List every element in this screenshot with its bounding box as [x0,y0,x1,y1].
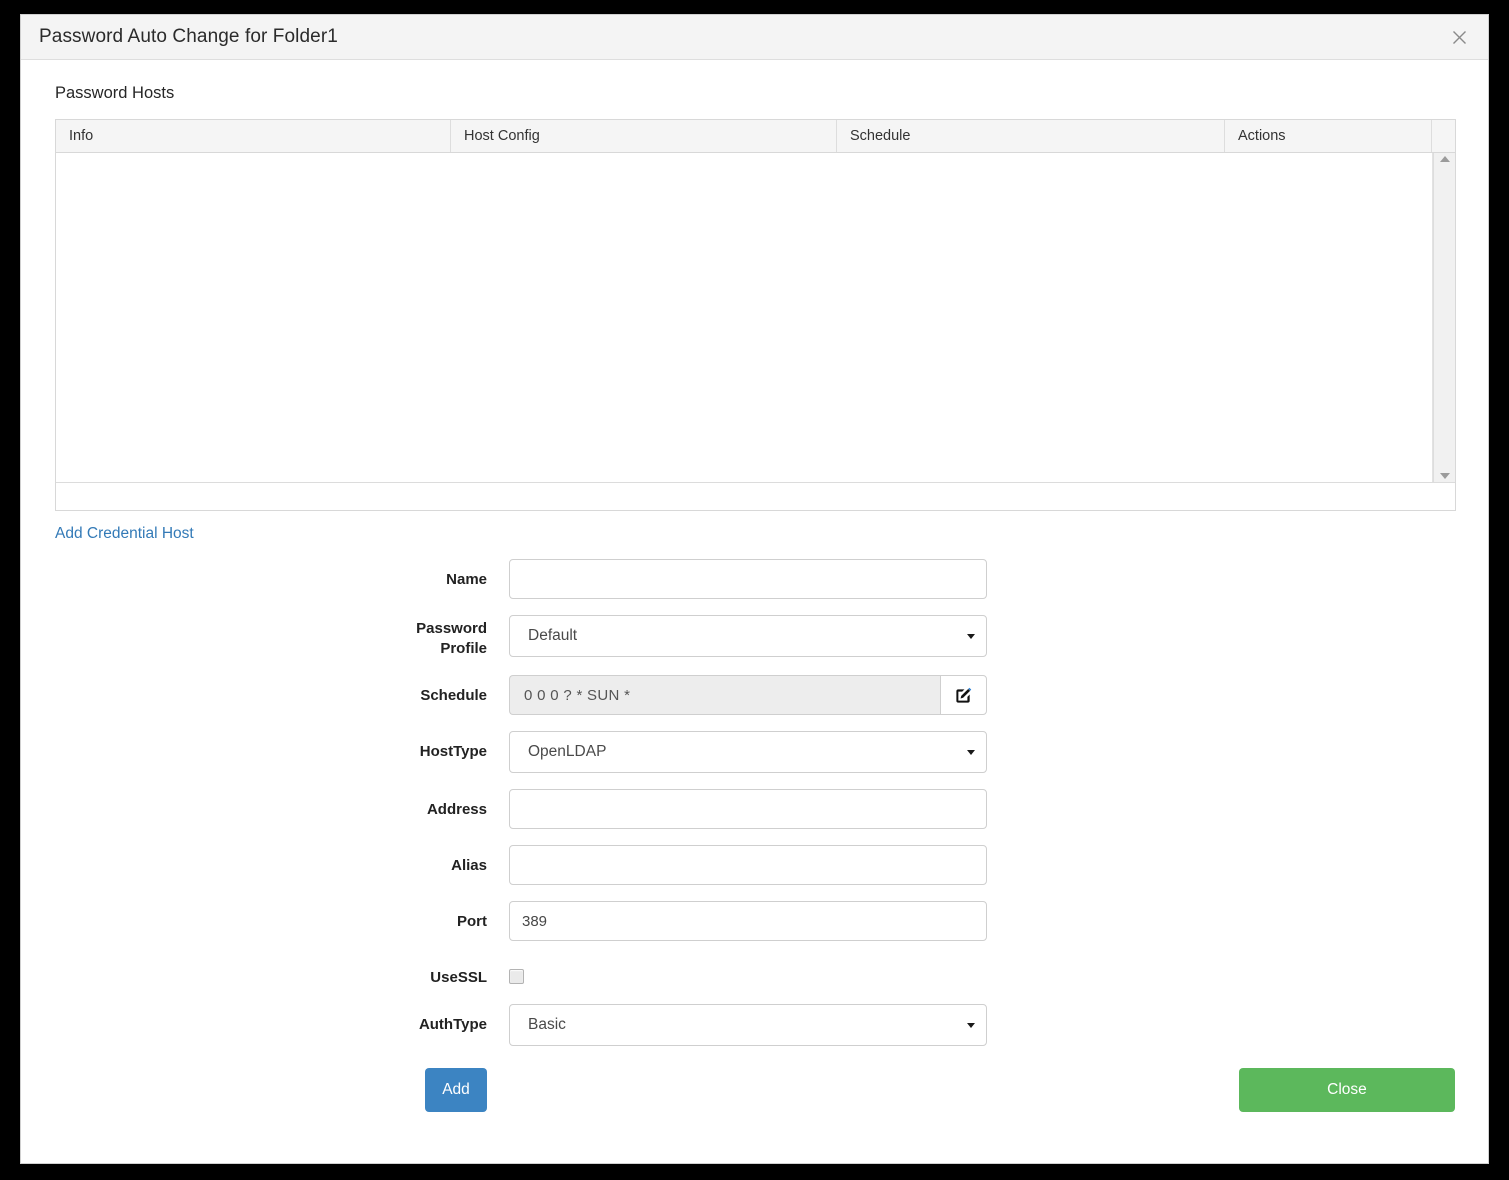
add-credential-host-link[interactable]: Add Credential Host [55,525,194,543]
close-icon[interactable] [1446,24,1472,50]
column-header-actions[interactable]: Actions [1225,120,1432,152]
port-input[interactable] [509,901,987,941]
grid-header-row: Info Host Config Schedule Actions [56,120,1455,153]
grid-rows-empty [56,153,1433,482]
password-profile-label-line1: Password [416,620,487,637]
host-type-select[interactable]: OpenLDAP [509,731,987,773]
password-hosts-heading: Password Hosts [55,84,175,102]
address-input[interactable] [509,789,987,829]
alias-label: Alias [451,857,487,874]
use-ssl-label: UseSSL [430,969,487,986]
edit-pencil-square-icon[interactable] [940,675,987,715]
form-row-name: Name [39,559,1470,599]
name-input[interactable] [509,559,987,599]
schedule-input: 0 0 0 ? * SUN * [509,675,940,715]
form-row-address: Address [39,789,1470,829]
scroll-up-arrow-icon[interactable] [1439,156,1450,162]
column-header-host-config[interactable]: Host Config [451,120,837,152]
credential-host-form: Name Password Profile Default Schedule 0… [39,559,1470,1112]
column-header-gutter [1432,120,1455,152]
alias-input[interactable] [509,845,987,885]
password-profile-select[interactable]: Default [509,615,987,657]
password-hosts-grid: Info Host Config Schedule Actions [55,119,1456,511]
auth-type-select[interactable]: Basic [509,1004,987,1046]
dialog-actions: Add Close [39,1068,1470,1112]
column-header-schedule[interactable]: Schedule [837,120,1225,152]
form-row-port: Port [39,901,1470,941]
page-title: Password Auto Change for Folder1 [39,26,338,47]
form-row-alias: Alias [39,845,1470,885]
column-header-info[interactable]: Info [56,120,451,152]
form-row-use-ssl: UseSSL [39,957,1470,988]
use-ssl-checkbox[interactable] [509,969,524,984]
scroll-down-arrow-icon[interactable] [1439,473,1450,479]
host-type-label: HostType [419,743,487,760]
port-label: Port [457,913,487,930]
address-label: Address [426,801,487,818]
form-row-schedule: Schedule 0 0 0 ? * SUN * [39,675,1470,715]
dialog-header: Password Auto Change for Folder1 [21,15,1488,60]
grid-vertical-scrollbar[interactable] [1433,153,1455,482]
auth-type-label: AuthType [418,1016,487,1033]
schedule-label: Schedule [420,687,487,704]
form-row-password-profile: Password Profile Default [39,615,1470,659]
password-profile-label: Password Profile [39,615,509,659]
password-profile-label-line2: Profile [440,640,487,657]
form-row-host-type: HostType OpenLDAP [39,731,1470,773]
close-button[interactable]: Close [1239,1068,1455,1112]
password-auto-change-dialog: Password Auto Change for Folder1 Passwor… [20,14,1489,1164]
form-row-auth-type: AuthType Basic [39,1004,1470,1046]
add-button[interactable]: Add [425,1068,487,1112]
grid-body [56,153,1455,483]
dialog-body: Password Hosts Info Host Config Schedule… [21,60,1488,1163]
grid-footer [56,483,1455,510]
name-label: Name [446,571,487,588]
